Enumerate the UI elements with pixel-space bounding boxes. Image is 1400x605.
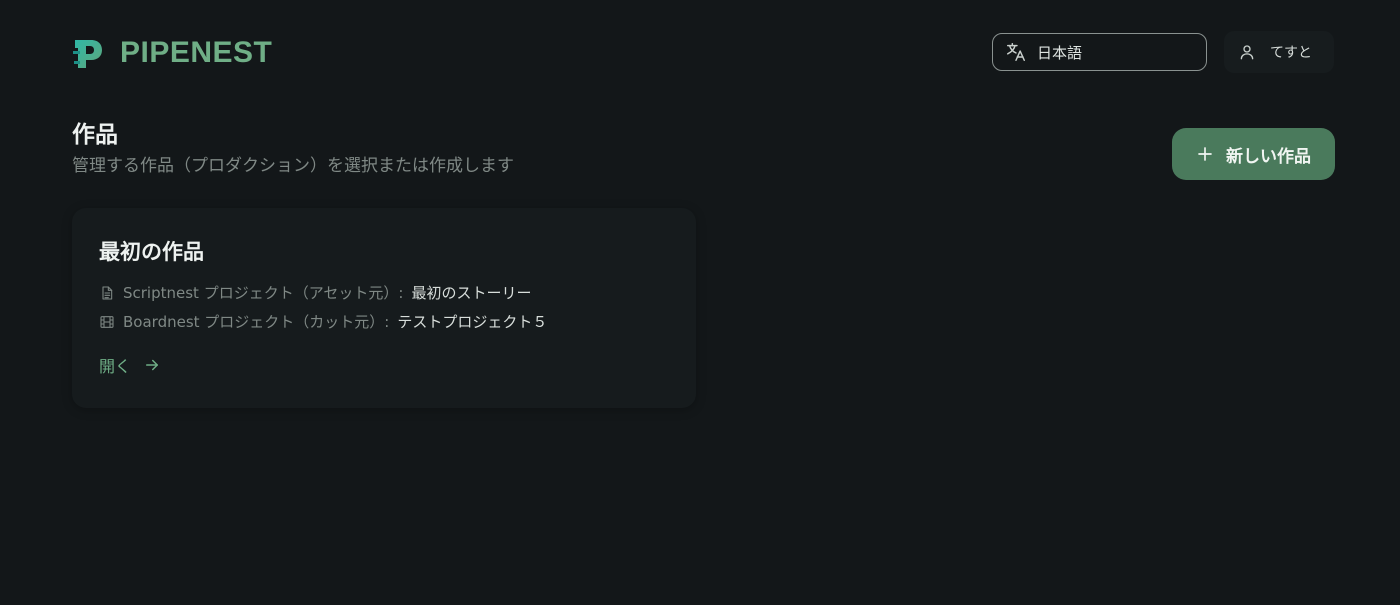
boardnest-project-row: Boardnest プロジェクト（カット元）: テストプロジェクト５ — [99, 311, 547, 333]
scriptnest-project-value: 最初のストーリー — [411, 284, 532, 302]
open-work-label: 開く — [99, 357, 132, 376]
page-title: 作品 — [72, 122, 118, 148]
brand-name: PIPENEST — [120, 36, 273, 69]
language-select[interactable]: 日本語 — [992, 33, 1207, 71]
new-work-button-label: 新しい作品 — [1226, 146, 1311, 167]
translate-icon — [1007, 43, 1025, 61]
open-work-link[interactable]: 開く — [99, 353, 161, 377]
scriptnest-project-label: Scriptnest プロジェクト（アセット元）: — [123, 284, 404, 302]
app-header: PIPENEST 日本語 てすと — [0, 0, 1400, 106]
work-title: 最初の作品 — [99, 240, 204, 264]
language-selected-label: 日本語 — [1037, 43, 1083, 62]
page-subtitle: 管理する作品（プロダクション）を選択または作成します — [72, 156, 514, 176]
document-icon — [102, 286, 113, 300]
brand[interactable]: PIPENEST — [72, 35, 272, 71]
user-icon — [1240, 45, 1254, 60]
user-name: てすと — [1270, 45, 1312, 61]
boardnest-project-value: テストプロジェクト５ — [397, 313, 548, 331]
pipenest-logo-icon — [73, 40, 102, 68]
arrow-right-icon — [146, 359, 159, 371]
plus-icon — [1198, 147, 1212, 161]
work-card[interactable]: 最初の作品 Scriptnest プロジェクト（アセット元）: 最初のストーリー… — [72, 208, 696, 408]
scriptnest-project-row: Scriptnest プロジェクト（アセット元）: 最初のストーリー — [99, 282, 531, 304]
film-icon — [100, 316, 114, 328]
boardnest-project-label: Boardnest プロジェクト（カット元）: — [123, 313, 390, 331]
new-work-button[interactable]: 新しい作品 — [1172, 128, 1335, 180]
user-menu-button[interactable]: てすと — [1224, 31, 1334, 73]
